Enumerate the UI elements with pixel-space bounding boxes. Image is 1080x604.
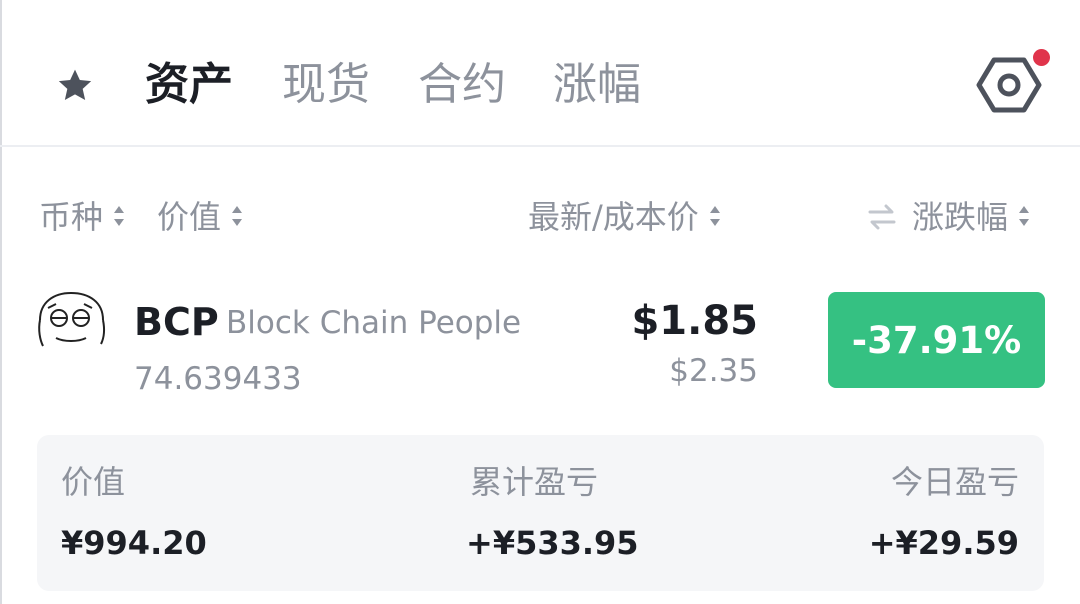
swap-arrows-icon[interactable] [866, 201, 898, 233]
asset-symbol: BCP [134, 300, 219, 344]
tab-spot[interactable]: 现货 [282, 56, 370, 114]
sort-icon [232, 206, 243, 226]
tab-contract[interactable]: 合约 [418, 56, 506, 114]
asset-amount: 74.639433 [134, 361, 302, 397]
sort-icon [114, 206, 125, 226]
tab-gainers[interactable]: 涨幅 [553, 56, 641, 114]
asset-latest-price: $1.85 [631, 298, 758, 344]
summary-total-pnl-label: 累计盈亏 [470, 463, 599, 501]
column-header-change-label: 涨跌幅 [912, 198, 1009, 236]
change-badge[interactable]: -37.91% [828, 292, 1045, 388]
summary-today-pnl-label: 今日盈亏 [890, 463, 1019, 501]
column-header-change[interactable]: 涨跌幅 [912, 195, 1030, 239]
header-divider [0, 145, 1080, 147]
sort-icon [1019, 206, 1030, 226]
summary-value: ¥994.20 [61, 524, 207, 562]
column-header-latest-cost[interactable]: 最新/成本价 [528, 195, 721, 239]
asset-name: Block Chain People [226, 305, 522, 341]
notification-dot [1033, 49, 1050, 66]
top-tab-bar: 资产 现货 合约 涨幅 [0, 0, 1080, 146]
asset-summary-card [37, 435, 1044, 591]
column-header-value-label: 价值 [157, 198, 222, 236]
meme-face-icon [38, 291, 106, 347]
column-header-coin[interactable]: 币种 [39, 195, 125, 239]
column-header-value[interactable]: 价值 [157, 195, 243, 239]
summary-value-label: 价值 [61, 463, 126, 501]
summary-today-pnl: +¥29.59 [868, 524, 1019, 562]
asset-cost-price: $2.35 [669, 353, 758, 389]
star-icon[interactable] [54, 66, 96, 106]
summary-total-pnl: +¥533.95 [466, 524, 639, 562]
column-header-coin-label: 币种 [39, 198, 104, 236]
sort-icon [709, 206, 720, 226]
settings-icon[interactable] [976, 52, 1042, 118]
column-header-latest-cost-label: 最新/成本价 [528, 198, 699, 236]
tab-assets[interactable]: 资产 [145, 56, 233, 114]
